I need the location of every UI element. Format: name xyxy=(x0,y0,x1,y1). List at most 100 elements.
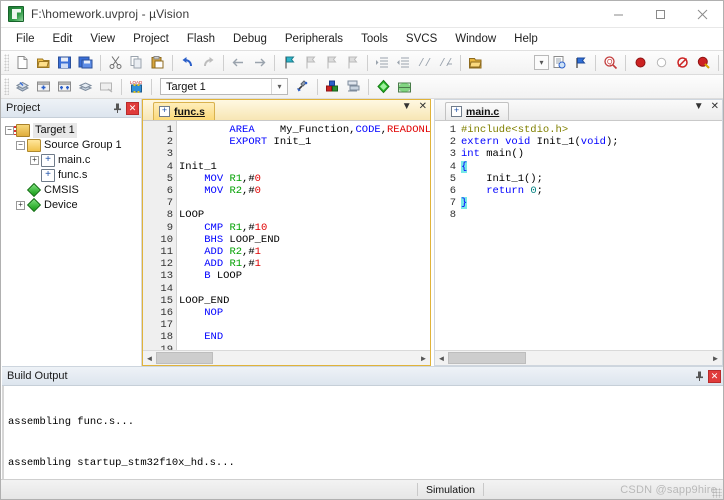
close-icon[interactable] xyxy=(681,1,723,27)
minimize-icon[interactable] xyxy=(597,1,639,27)
expander-collapse-icon[interactable]: − xyxy=(5,126,14,135)
tree-node-func-s[interactable]: func.s xyxy=(5,168,141,183)
magnifier-icon[interactable]: Q xyxy=(600,52,621,73)
undo-icon[interactable] xyxy=(177,52,198,73)
tree-label: CMSIS xyxy=(44,184,79,196)
comment-icon[interactable]: // xyxy=(414,52,435,73)
tree-node-target1[interactable]: − Target 1 xyxy=(5,123,141,138)
debug-target-dropdown[interactable]: ▾ xyxy=(534,55,549,70)
stop-build-icon[interactable] xyxy=(96,76,117,97)
menu-tools[interactable]: Tools xyxy=(352,31,397,47)
scroll-left-icon[interactable]: ◄ xyxy=(143,352,156,364)
chevron-down-icon[interactable]: ▾ xyxy=(271,79,287,94)
bookmark-flag-icon[interactable] xyxy=(570,52,591,73)
batch-build-icon[interactable] xyxy=(75,76,96,97)
scroll-thumb[interactable] xyxy=(156,352,214,364)
line-number: 8 xyxy=(166,209,173,222)
horizontal-scrollbar-right[interactable]: ◄ ► xyxy=(435,350,722,365)
indent-icon[interactable] xyxy=(372,52,393,73)
horizontal-scrollbar-left[interactable]: ◄ ► xyxy=(143,350,430,365)
manage-project-items-icon[interactable] xyxy=(322,76,343,97)
code-text-main-c[interactable]: #include<stdio.h> extern void Init_1(void… xyxy=(459,121,722,350)
navigate-back-icon[interactable] xyxy=(228,52,249,73)
breakpoint-icon[interactable] xyxy=(630,52,651,73)
code-view-main-c[interactable]: 1 2 3 4 5 6 7 8 #include<stdio.h> extern … xyxy=(435,121,722,350)
breakpoint-kill-icon[interactable] xyxy=(672,52,693,73)
code-text-func-s[interactable]: AREA My_Function,CODE,READONLY EXPORT In… xyxy=(177,121,430,350)
menu-svcs[interactable]: SVCS xyxy=(397,31,446,47)
build-output-text[interactable]: assembling func.s... assembling startup_… xyxy=(2,386,723,479)
scroll-right-icon[interactable]: ► xyxy=(417,352,430,364)
scroll-track[interactable] xyxy=(156,352,417,364)
save-all-icon[interactable] xyxy=(75,52,96,73)
load-icon[interactable]: LOAD xyxy=(126,76,147,97)
breakpoint-disable-all-icon[interactable] xyxy=(693,52,714,73)
cut-icon[interactable] xyxy=(105,52,126,73)
tab-main-c[interactable]: main.c xyxy=(445,102,510,120)
bookmark-next-icon[interactable] xyxy=(321,52,342,73)
scroll-right-icon[interactable]: ► xyxy=(709,352,722,364)
menu-window[interactable]: Window xyxy=(446,31,505,47)
status-divider xyxy=(483,483,485,496)
rebuild-icon[interactable] xyxy=(54,76,75,97)
code-token: 10 xyxy=(254,221,268,234)
outdent-icon[interactable] xyxy=(393,52,414,73)
chevron-down-icon[interactable]: ▼ xyxy=(694,102,704,112)
menu-help[interactable]: Help xyxy=(505,31,547,47)
chevron-down-icon[interactable]: ▼ xyxy=(402,102,412,112)
build-icon[interactable] xyxy=(33,76,54,97)
tree-node-source-group-1[interactable]: − Source Group 1 xyxy=(5,138,141,153)
save-icon[interactable] xyxy=(54,52,75,73)
find-in-files-icon[interactable] xyxy=(549,52,570,73)
open-file-icon[interactable] xyxy=(33,52,54,73)
multi-project-icon[interactable] xyxy=(394,76,415,97)
toolbar-grip[interactable] xyxy=(4,78,9,95)
target-selector-combo[interactable]: Target 1 ▾ xyxy=(160,78,288,95)
scroll-thumb[interactable] xyxy=(448,352,527,364)
bookmark-prev-icon[interactable] xyxy=(300,52,321,73)
copy-icon[interactable] xyxy=(126,52,147,73)
close-icon[interactable]: ✕ xyxy=(711,102,719,112)
breakpoint-disabled-icon[interactable] xyxy=(651,52,672,73)
tree-node-main-c[interactable]: + main.c xyxy=(5,153,141,168)
menu-edit[interactable]: Edit xyxy=(44,31,82,47)
tree-node-device[interactable]: + Device xyxy=(5,198,141,213)
menu-peripherals[interactable]: Peripherals xyxy=(276,31,352,47)
expander-expand-icon[interactable]: + xyxy=(30,156,39,165)
new-file-icon[interactable] xyxy=(12,52,33,73)
code-view-func-s[interactable]: 1 2 3 4 5 6 7 8 9 10 11 12 13 14 15 16 1… xyxy=(143,121,430,350)
menu-file[interactable]: File xyxy=(7,31,44,47)
navigate-forward-icon[interactable] xyxy=(249,52,270,73)
code-token: MOV xyxy=(204,172,224,185)
target-options-icon[interactable] xyxy=(292,76,313,97)
close-icon[interactable]: ✕ xyxy=(708,369,721,383)
menu-debug[interactable]: Debug xyxy=(224,31,276,47)
pin-icon[interactable] xyxy=(693,370,706,383)
redo-icon[interactable] xyxy=(198,52,219,73)
pack-installer-icon[interactable] xyxy=(373,76,394,97)
bookmark-clear-icon[interactable] xyxy=(342,52,363,73)
uncomment-icon[interactable]: // xyxy=(435,52,456,73)
code-line: MOV R1,#0 xyxy=(179,173,430,185)
scroll-track[interactable] xyxy=(448,352,709,364)
translate-icon[interactable] xyxy=(12,76,33,97)
toolbar-grip[interactable] xyxy=(4,54,9,71)
pin-icon[interactable] xyxy=(111,102,124,115)
paste-icon[interactable] xyxy=(147,52,168,73)
bookmark-toggle-icon[interactable] xyxy=(279,52,300,73)
tab-func-s[interactable]: func.s xyxy=(153,102,215,120)
tree-node-cmsis[interactable]: CMSIS xyxy=(5,183,141,198)
open-folder-icon[interactable] xyxy=(465,52,486,73)
expander-collapse-icon[interactable]: − xyxy=(16,141,25,150)
menu-project[interactable]: Project xyxy=(124,31,178,47)
manage-run-env-icon[interactable] xyxy=(343,76,364,97)
menu-flash[interactable]: Flash xyxy=(178,31,224,47)
scroll-left-icon[interactable]: ◄ xyxy=(435,352,448,364)
expander-expand-icon[interactable]: + xyxy=(16,201,25,210)
close-icon[interactable]: ✕ xyxy=(126,101,139,115)
close-icon[interactable]: ✕ xyxy=(419,102,427,112)
menu-view[interactable]: View xyxy=(81,31,124,47)
maximize-icon[interactable] xyxy=(639,1,681,27)
resize-grip[interactable] xyxy=(712,488,722,498)
